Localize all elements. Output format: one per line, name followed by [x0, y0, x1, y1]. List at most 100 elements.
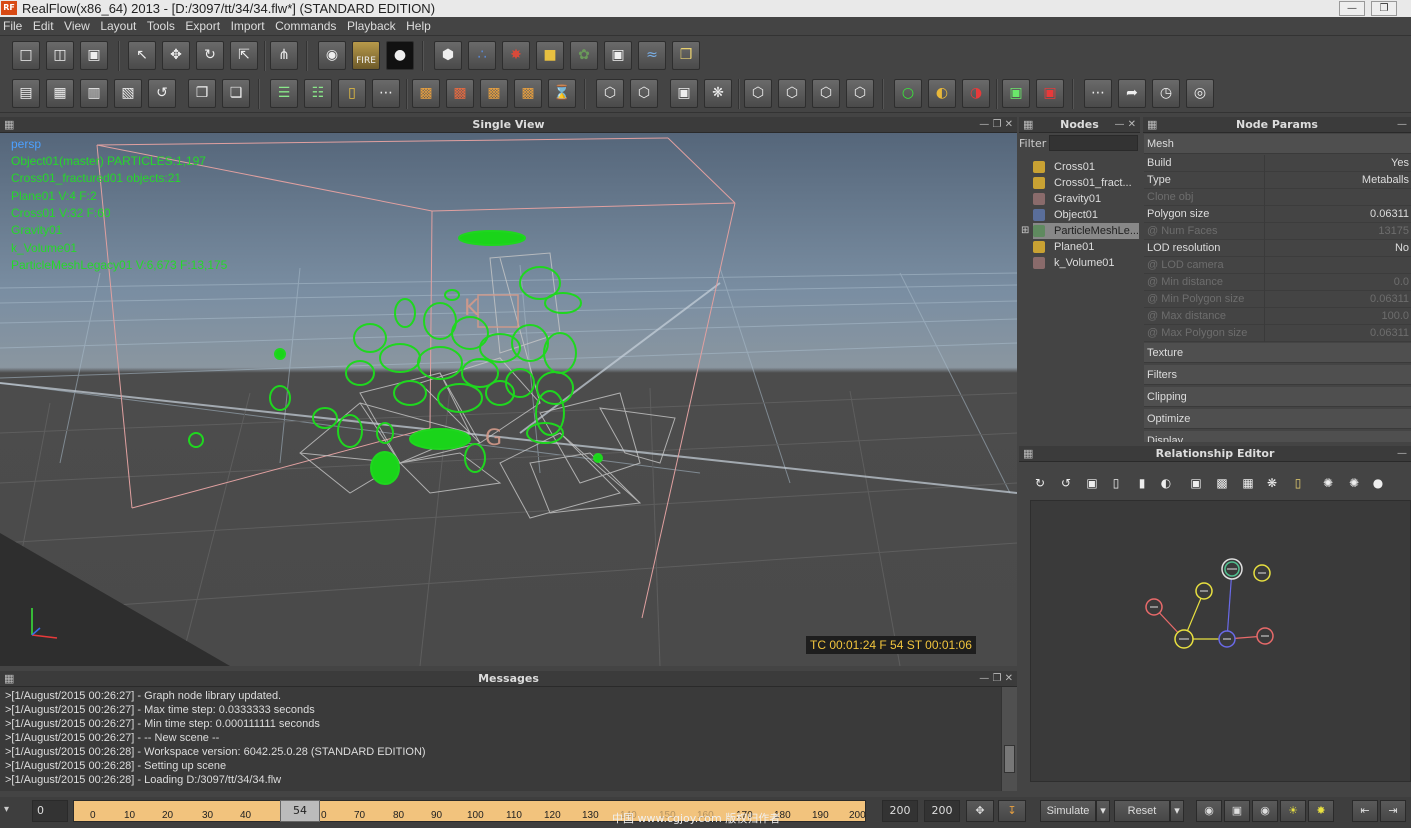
wave-icon[interactable]: ≈ [638, 41, 666, 70]
save-cache-red-icon[interactable]: ▣ [1036, 79, 1064, 108]
panel-controls[interactable]: — [1397, 446, 1407, 462]
relationship-graph[interactable] [1030, 500, 1411, 782]
object-clone-icon[interactable]: ❐ [188, 79, 216, 108]
section-clipping[interactable]: Clipping [1144, 387, 1411, 407]
scroll-thumb[interactable] [1004, 745, 1015, 773]
filter-input[interactable] [1049, 135, 1138, 151]
timeline-menu-icon[interactable]: ▾ [4, 804, 9, 815]
step-back-icon[interactable]: ⇤ [1352, 800, 1378, 822]
section-display[interactable]: Display [1144, 431, 1411, 442]
node-item-plane01[interactable]: Plane01 [1033, 239, 1139, 255]
render-camera-icon[interactable]: ◉ [318, 41, 346, 70]
align-icon[interactable]: ▦ [46, 79, 74, 108]
view-persp-icon[interactable]: ⬡ [846, 79, 874, 108]
cube-shade-icon[interactable]: ⬡ [596, 79, 624, 108]
end-frame-field[interactable]: 200 [882, 800, 918, 822]
view-side-icon[interactable]: ⬡ [812, 79, 840, 108]
panel-controls[interactable]: — ❐ ✕ [979, 117, 1013, 133]
green-light-icon[interactable]: ○ [894, 79, 922, 108]
script-icon[interactable]: ☰ [270, 79, 298, 108]
cube-object-icon[interactable]: ■ [536, 41, 564, 70]
view-top-icon[interactable]: ⬡ [744, 79, 772, 108]
frame-icon[interactable]: ▣ [1083, 474, 1101, 492]
node-item-particlemesh[interactable]: ParticleMeshLe... [1033, 223, 1139, 239]
points-icon[interactable]: ❋ [704, 79, 732, 108]
yellow-light-icon[interactable]: ◐ [928, 79, 956, 108]
menu-export[interactable]: Export [182, 17, 224, 36]
simulate-button[interactable]: Simulate [1040, 800, 1096, 822]
export-image-icon[interactable]: ▩ [480, 79, 508, 108]
maxwell-render-icon[interactable]: ● [386, 41, 414, 70]
panel-grid-icon[interactable]: ▦ [4, 671, 14, 687]
panel-grid-icon[interactable]: ▦ [1023, 446, 1033, 462]
reset-dropdown-icon[interactable]: ▾ [1170, 800, 1184, 822]
connect-nodes-icon[interactable]: ⋯ [1084, 79, 1112, 108]
reset-transform-icon[interactable]: ↺ [148, 79, 176, 108]
start-frame-field[interactable]: 0 [32, 800, 68, 822]
section-texture[interactable]: Texture [1144, 343, 1411, 363]
keyframe-icon[interactable]: ✥ [966, 800, 994, 822]
daemon-icon[interactable]: ✸ [502, 41, 530, 70]
particles-link-icon[interactable]: ✺ [1319, 474, 1337, 492]
list-panel-icon[interactable]: ▤ [12, 79, 40, 108]
batch-icon[interactable]: ☷ [304, 79, 332, 108]
param-lod-resolution[interactable]: LOD resolution No [1144, 240, 1411, 257]
tree-icon[interactable]: ❋ [1263, 474, 1281, 492]
max-frame-field[interactable]: 200 [924, 800, 960, 822]
node-item-gravity01[interactable]: Gravity01 [1033, 191, 1139, 207]
particles-icon[interactable]: ⋯ [372, 79, 400, 108]
zoom-select-icon[interactable]: ▩ [1213, 474, 1231, 492]
menu-import[interactable]: Import [228, 17, 269, 36]
param-polygon-size[interactable]: Polygon size 0.06311 [1144, 206, 1411, 223]
simulate-dropdown-icon[interactable]: ▾ [1096, 800, 1110, 822]
section-filters[interactable]: Filters [1144, 365, 1411, 385]
menu-edit[interactable]: Edit [30, 17, 58, 36]
scale-icon[interactable]: ⇱ [230, 41, 258, 70]
red-light-icon[interactable]: ◑ [962, 79, 990, 108]
reset-button[interactable]: Reset [1114, 800, 1170, 822]
export-key-icon[interactable]: ↧ [998, 800, 1026, 822]
group-icon[interactable]: ❏ [222, 79, 250, 108]
plugin-icon[interactable]: ▯ [338, 79, 366, 108]
section-mesh[interactable]: Mesh [1144, 134, 1411, 154]
panel-grid-icon[interactable]: ▦ [4, 117, 14, 133]
panel-grid-icon[interactable]: ▦ [1147, 117, 1157, 133]
menu-layout[interactable]: Layout [97, 17, 140, 36]
box-object-icon[interactable]: ⬢ [434, 41, 462, 70]
exclusive-icon[interactable]: ◐ [1157, 474, 1175, 492]
link-remove-icon[interactable]: ↺ [1057, 474, 1075, 492]
cube-wire-icon[interactable]: ⬡ [630, 79, 658, 108]
render-toggle-icon[interactable]: ◉ [1196, 800, 1222, 822]
param-type[interactable]: Type Metaballs [1144, 172, 1411, 189]
panel-grid-icon[interactable]: ▦ [1023, 117, 1033, 133]
node-split-icon[interactable]: ▯ [1107, 474, 1125, 492]
menu-playback[interactable]: Playback [344, 17, 400, 36]
menu-file[interactable]: File [0, 17, 26, 36]
particles-unlink-icon[interactable]: ✺ [1345, 474, 1363, 492]
fire-icon[interactable]: FIRE [352, 41, 380, 70]
messages-scrollbar[interactable] [1001, 687, 1017, 791]
export-preview-icon[interactable]: ▩ [514, 79, 542, 108]
node-item-k-volume01[interactable]: k_Volume01 [1033, 255, 1139, 271]
expand-icon[interactable]: ⊞ [1021, 225, 1029, 236]
note-icon[interactable]: ▯ [1289, 474, 1307, 492]
node-item-cross01-fract[interactable]: Cross01_fract... [1033, 175, 1139, 191]
save-icon[interactable]: ▣ [80, 41, 108, 70]
new-scene-icon[interactable]: □ [12, 41, 40, 70]
burst-icon[interactable]: ✸ [1308, 800, 1334, 822]
panel-controls[interactable]: — [1397, 117, 1407, 133]
sun-icon[interactable]: ☀ [1280, 800, 1306, 822]
panel-controls[interactable]: — ✕ [1114, 117, 1136, 133]
select-arrow-icon[interactable]: ↖ [128, 41, 156, 70]
grid-snap-icon[interactable]: ▧ [114, 79, 142, 108]
zoom-fit-icon[interactable]: ▣ [1187, 474, 1205, 492]
param-build[interactable]: Build Yes [1144, 155, 1411, 172]
3d-viewport[interactable]: K G persp Object01(master) PARTICLES:1,1… [0, 133, 1017, 666]
step-forward-icon[interactable]: ⇥ [1380, 800, 1406, 822]
emitter-icon[interactable]: ∴ [468, 41, 496, 70]
axis-icon[interactable]: ⋔ [270, 41, 298, 70]
minimize-button[interactable]: — [1339, 1, 1365, 16]
menu-commands[interactable]: Commands [272, 17, 340, 36]
section-optimize[interactable]: Optimize [1144, 409, 1411, 429]
visibility-toggle-icon[interactable]: ▣ [1224, 800, 1250, 822]
